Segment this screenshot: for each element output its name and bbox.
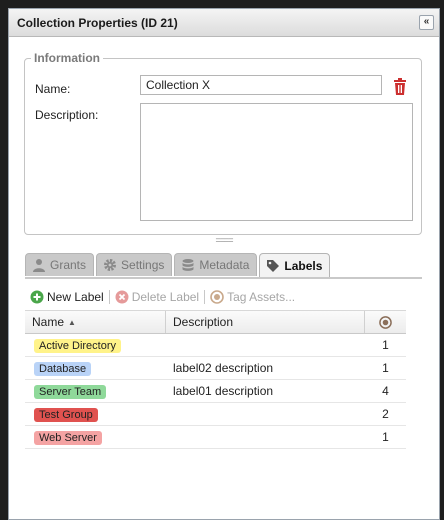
table-row[interactable]: Test Group 2 — [25, 403, 406, 426]
tab-underline — [25, 277, 422, 279]
tab-labels-label: Labels — [284, 258, 323, 273]
tag-icon — [267, 259, 280, 272]
plus-circle-icon — [30, 290, 44, 304]
target-icon — [379, 315, 392, 329]
column-header-count[interactable] — [365, 311, 406, 333]
tab-labels[interactable]: Labels — [259, 253, 331, 277]
column-header-name[interactable]: Name ▲ — [25, 311, 166, 333]
label-count-cell: 1 — [382, 361, 389, 375]
label-tag: Server Team — [34, 384, 107, 399]
sort-ascending-icon: ▲ — [68, 317, 76, 327]
table-row[interactable]: Server Team label01 description 4 — [25, 380, 406, 403]
label-name-cell: Active Directory — [25, 338, 166, 353]
label-name-cell: Web Server — [25, 430, 166, 445]
delete-label-text: Delete Label — [131, 290, 200, 304]
panel-titlebar: Collection Properties (ID 21) « — [9, 9, 439, 37]
grid-body: Active Directory 1 Database label02 descrip… — [25, 334, 406, 449]
user-icon — [33, 259, 45, 272]
name-input[interactable] — [140, 75, 382, 95]
collapse-button[interactable]: « — [419, 15, 434, 30]
delete-circle-icon — [115, 290, 129, 304]
delete-label-button[interactable]: Delete Label — [110, 286, 204, 308]
tab-metadata[interactable]: Metadata — [174, 253, 258, 276]
label-name-cell: Test Group — [25, 407, 166, 422]
new-label-button[interactable]: New Label — [25, 286, 109, 308]
label-description-cell: label01 description — [173, 384, 274, 398]
label-count-cell: 2 — [382, 407, 389, 421]
column-header-description[interactable]: Description — [166, 311, 365, 333]
label-tag: Active Directory — [34, 338, 122, 353]
column-header-description-label: Description — [173, 315, 234, 329]
column-header-name-label: Name — [32, 315, 65, 329]
collection-properties-panel: Collection Properties (ID 21) « Informat… — [8, 8, 440, 520]
label-name-cell: Database — [25, 361, 166, 376]
label-count-cell: 4 — [382, 384, 389, 398]
label-count-cell: 1 — [382, 338, 389, 352]
description-label: Description: — [35, 108, 99, 122]
name-label: Name: — [35, 82, 71, 96]
database-icon — [182, 259, 194, 271]
new-label-text: New Label — [47, 290, 104, 304]
tag-assets-text: Tag Assets... — [227, 290, 296, 304]
grid-header: Name ▲ Description — [25, 310, 406, 334]
panel-title: Collection Properties (ID 21) — [17, 15, 178, 30]
label-tag: Web Server — [34, 430, 102, 445]
tab-bar: Grants Settings Metadata Labels — [25, 253, 332, 277]
target-icon — [210, 290, 224, 304]
delete-trash-icon[interactable] — [392, 78, 408, 96]
label-name-cell: Server Team — [25, 384, 166, 399]
information-legend: Information — [34, 51, 100, 65]
splitter-handle[interactable]: ==== — [9, 236, 439, 245]
description-textarea[interactable] — [140, 103, 413, 221]
tab-settings-label: Settings — [121, 258, 165, 272]
labels-grid: Name ▲ Description Active Directory 1 Data… — [25, 310, 406, 449]
label-tag: Database — [34, 361, 92, 376]
tab-settings[interactable]: Settings — [96, 253, 173, 276]
tab-grants[interactable]: Grants — [25, 253, 95, 276]
tab-metadata-label: Metadata — [199, 258, 250, 272]
label-count-cell: 1 — [382, 430, 389, 444]
gear-icon — [104, 259, 117, 271]
labels-toolbar: New Label Delete Label Tag Assets... — [25, 285, 422, 309]
tab-grants-label: Grants — [50, 258, 87, 272]
table-row[interactable]: Active Directory 1 — [25, 334, 406, 357]
table-row[interactable]: Web Server 1 — [25, 426, 406, 449]
label-description-cell: label02 description — [173, 361, 274, 375]
label-tag: Test Group — [34, 407, 98, 422]
tag-assets-button[interactable]: Tag Assets... — [205, 286, 300, 308]
table-row[interactable]: Database label02 description 1 — [25, 357, 406, 380]
